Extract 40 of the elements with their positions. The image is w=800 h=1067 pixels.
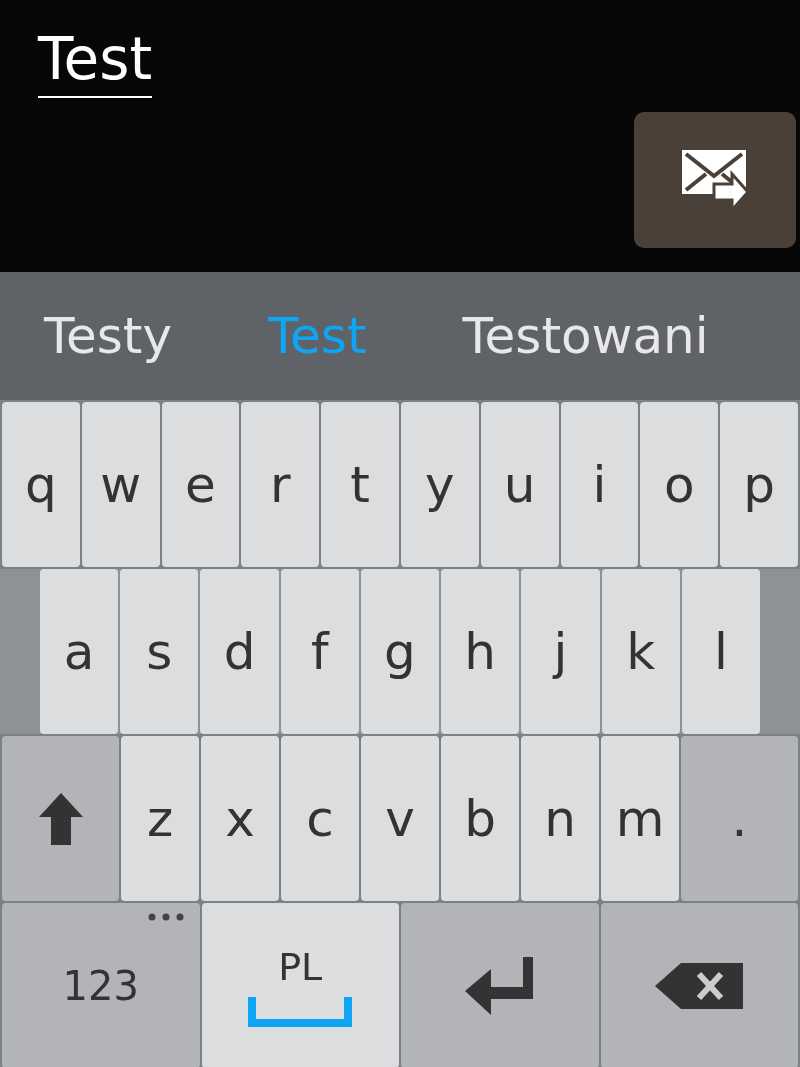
letter-key[interactable]: b	[441, 736, 519, 901]
backspace-key[interactable]	[600, 903, 798, 1067]
enter-icon	[464, 956, 535, 1015]
letter-key[interactable]: o	[640, 402, 719, 567]
letter-key[interactable]: t	[321, 402, 399, 567]
letter-key[interactable]: z	[121, 736, 199, 901]
period-key[interactable]: .	[681, 736, 798, 901]
letter-key[interactable]: k	[601, 569, 680, 734]
shift-key[interactable]	[2, 736, 119, 901]
space-key[interactable]: PL	[201, 903, 399, 1067]
letter-key[interactable]: d	[200, 569, 279, 734]
letter-key[interactable]: l	[681, 569, 760, 734]
letter-key[interactable]: g	[360, 569, 440, 734]
numbers-key[interactable]: 123	[2, 903, 200, 1067]
up-arrow-icon	[38, 792, 83, 845]
letter-key[interactable]: r	[241, 402, 320, 567]
space-bar-icon	[248, 996, 353, 1027]
enter-key[interactable]	[401, 903, 599, 1067]
send-button[interactable]	[634, 111, 796, 248]
letter-key[interactable]: w	[81, 402, 160, 567]
letter-key[interactable]: h	[441, 569, 520, 734]
letter-key[interactable]: j	[521, 569, 600, 734]
letter-key[interactable]: u	[480, 402, 559, 567]
suggestion[interactable]: Testy	[44, 307, 173, 365]
letter-key[interactable]: v	[361, 736, 439, 901]
letter-key[interactable]: p	[720, 402, 798, 567]
letter-key[interactable]: f	[280, 569, 359, 734]
letter-key[interactable]: y	[401, 402, 479, 567]
backspace-icon	[655, 962, 744, 1009]
suggestion[interactable]: Testowani	[462, 307, 709, 365]
letter-key[interactable]: m	[601, 736, 679, 901]
letter-key[interactable]: i	[560, 402, 639, 567]
letter-key[interactable]: q	[2, 402, 80, 567]
message-field[interactable]: Test	[38, 28, 153, 98]
letter-key[interactable]: s	[120, 569, 199, 734]
letter-key[interactable]: n	[521, 736, 599, 901]
letter-key[interactable]: e	[161, 402, 240, 567]
letter-key[interactable]: x	[201, 736, 279, 901]
letter-key[interactable]: a	[40, 569, 119, 734]
letter-key[interactable]: c	[281, 736, 359, 901]
